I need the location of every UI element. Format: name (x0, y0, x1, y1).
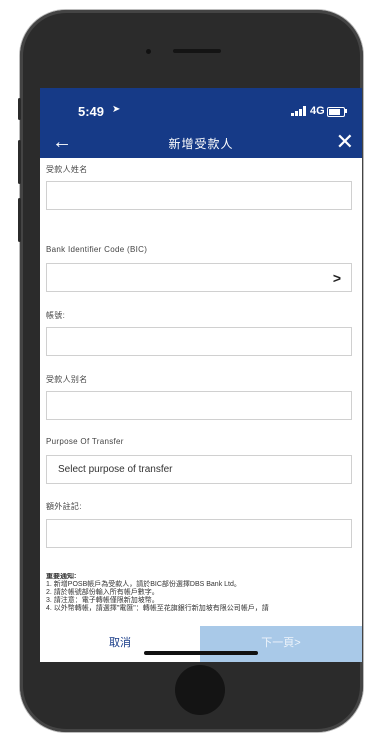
location-icon: ➤ (112, 104, 121, 115)
purpose-select[interactable]: Select purpose of transfer (46, 455, 352, 484)
nav-bar: ← 新增受款人 ✕ (40, 128, 362, 158)
remark-label: 額外註記: (46, 502, 82, 511)
signal-icon (291, 106, 307, 116)
payee-name-label: 受款人姓名 (46, 165, 88, 174)
next-page-button[interactable]: 下一頁> (200, 626, 362, 662)
home-button[interactable] (175, 665, 225, 715)
cancel-button[interactable]: 取消 (40, 626, 200, 662)
phone-screen: 5:49 ➤ 4G ← 新增受款人 ✕ 受款人姓名 Bank Identifie… (40, 88, 362, 662)
battery-icon (327, 107, 345, 117)
account-label: 帳號: (46, 311, 66, 320)
phone-volume-up (18, 140, 21, 184)
account-input[interactable] (46, 327, 352, 356)
bic-selector[interactable]: > (46, 263, 352, 292)
purpose-label: Purpose Of Transfer (46, 437, 124, 446)
status-bar: 5:49 ➤ 4G (40, 88, 362, 128)
phone-side-button (18, 98, 21, 120)
nickname-label: 受款人别名 (46, 375, 88, 384)
battery-tip (345, 109, 347, 113)
bic-label: Bank Identifier Code (BIC) (46, 245, 148, 254)
page-title: 新增受款人 (168, 137, 234, 151)
front-camera (146, 49, 151, 54)
status-time: 5:49 (78, 104, 105, 119)
notice-line: 2. 請於帳號部份輸入所有帳戶數字。 (46, 589, 159, 596)
payee-name-input[interactable] (46, 181, 352, 210)
notice-title: 重要通知: (46, 573, 77, 580)
earpiece-speaker (173, 49, 221, 53)
home-indicator (144, 651, 258, 655)
notice-line: 4. 以外幣轉帳，請選擇"電匯"：轉帳至花旗銀行新加坡有限公司帳戶，請 (46, 605, 269, 612)
nickname-input[interactable] (46, 391, 352, 420)
important-notice: 重要通知: 1. 新增POSB帳戶為受款人，請於BIC部份選擇DBS Bank … (46, 573, 356, 613)
network-type: 4G (310, 105, 325, 117)
chevron-right-icon: > (332, 270, 341, 286)
notice-line: 3. 請注意：電子轉帳僅限新加坡幣。 (46, 597, 159, 604)
action-bar: 取消 下一頁> (40, 626, 362, 662)
remark-input[interactable] (46, 519, 352, 548)
phone-volume-down (18, 198, 21, 242)
notice-line: 1. 新增POSB帳戶為受款人，請於BIC部份選擇DBS Bank Ltd。 (46, 581, 241, 588)
close-icon[interactable]: ✕ (336, 131, 354, 153)
purpose-select-value: Select purpose of transfer (58, 464, 173, 475)
